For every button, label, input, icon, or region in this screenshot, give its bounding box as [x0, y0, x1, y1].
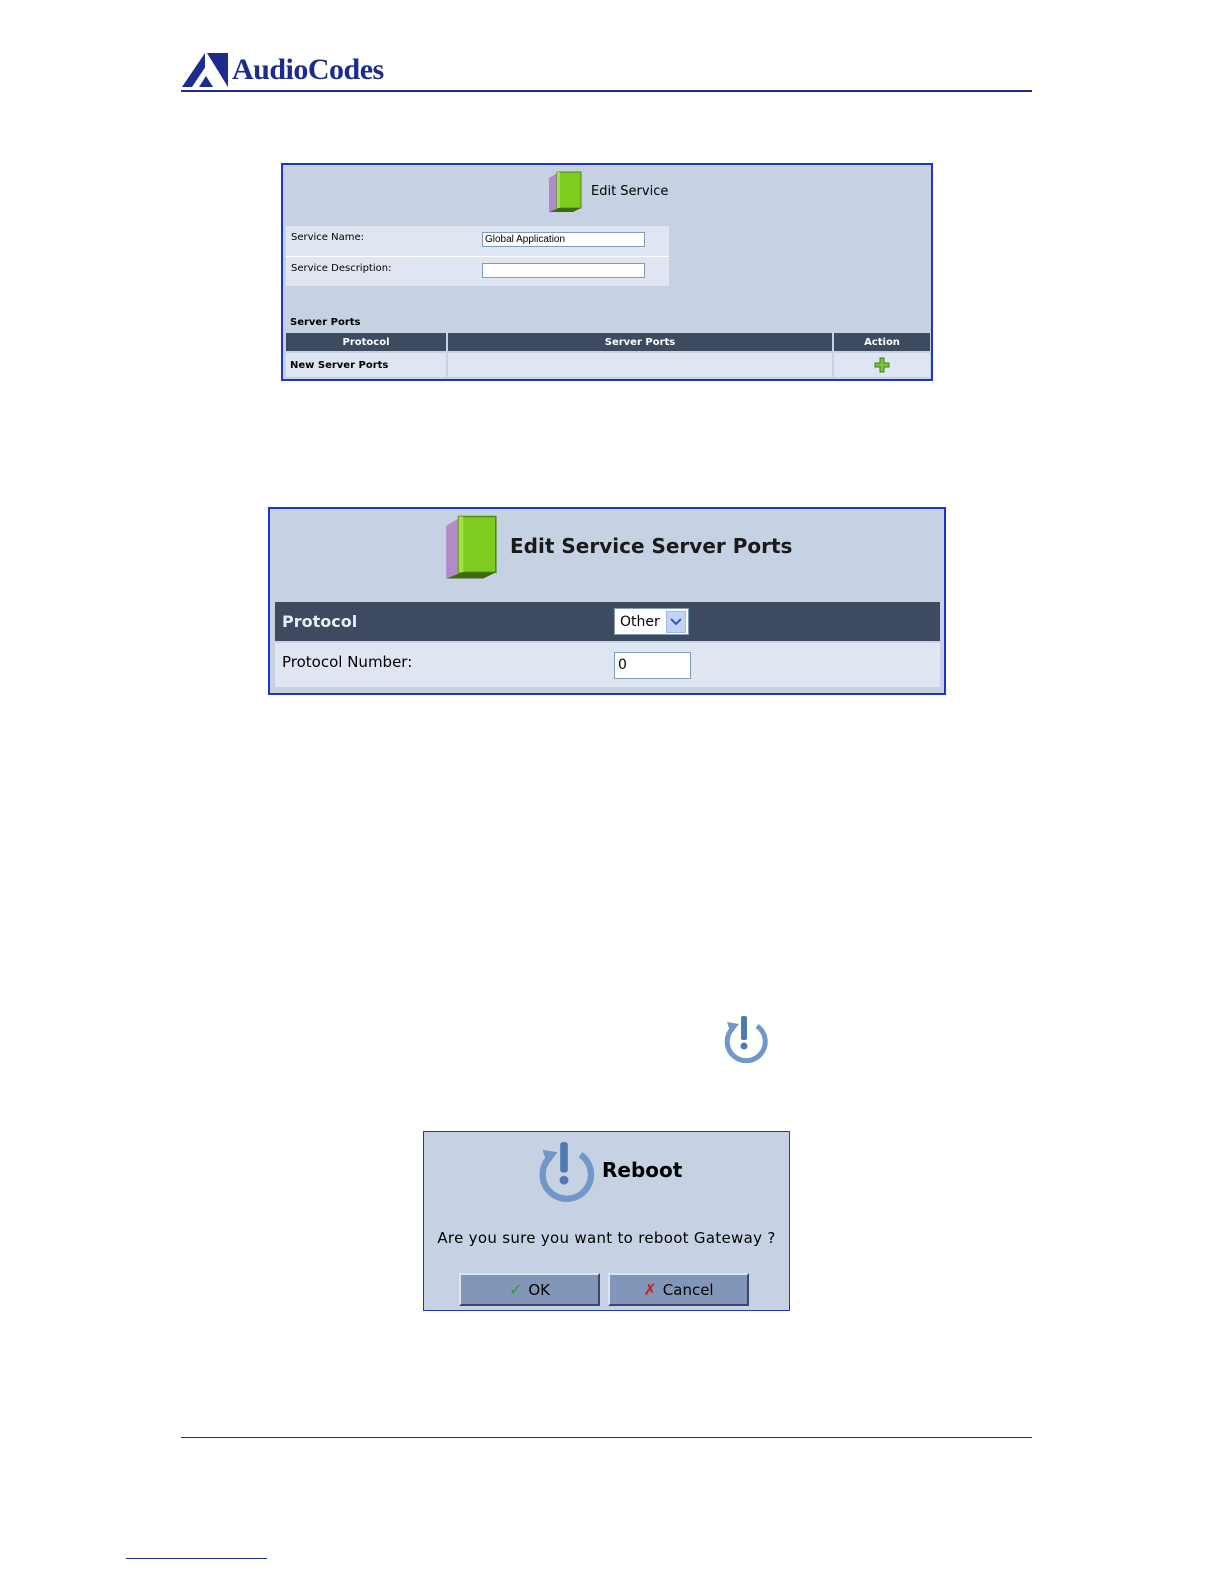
protocol-row: Protocol Other: [275, 602, 940, 641]
protocol-number-label: Protocol Number:: [282, 653, 413, 671]
column-header-action: Action: [834, 333, 930, 351]
chevron-down-icon[interactable]: [666, 610, 686, 633]
header-rule: [181, 90, 1032, 92]
protocol-number-input[interactable]: 0: [614, 652, 691, 679]
service-description-label: Service Description:: [291, 263, 392, 274]
service-name-input[interactable]: Global Application: [482, 232, 645, 247]
server-ports-table: Protocol Server Ports Action New Server …: [286, 333, 930, 377]
server-ports-cell: [448, 353, 832, 377]
logo-text: AudioCodes: [232, 53, 384, 86]
edit-server-ports-header: Edit Service Server Ports: [440, 511, 792, 581]
cancel-button-label: Cancel: [662, 1280, 714, 1299]
audiocodes-logo: AudioCodes: [182, 50, 384, 90]
book-icon: [446, 515, 497, 579]
protocol-number-row: Protocol Number: 0: [275, 643, 940, 687]
add-icon[interactable]: [874, 357, 890, 373]
service-form: Service Name: Global Application Service…: [286, 226, 669, 286]
reboot-header: Reboot: [528, 1136, 682, 1204]
reboot-icon: [717, 1012, 771, 1064]
column-header-server-ports: Server Ports: [448, 333, 832, 351]
table-row: New Server Ports: [286, 353, 930, 377]
footnote-rule: [126, 1558, 267, 1559]
service-name-row: Service Name: Global Application: [286, 226, 669, 255]
edit-server-ports-panel: Edit Service Server Ports Protocol Other…: [268, 507, 946, 695]
edit-server-ports-title: Edit Service Server Ports: [510, 534, 793, 558]
reboot-title: Reboot: [602, 1158, 683, 1182]
new-server-ports-link[interactable]: New Server Ports: [286, 353, 446, 377]
table-header: Protocol Server Ports Action: [286, 333, 930, 351]
edit-service-title: Edit Service: [591, 183, 669, 199]
column-header-protocol: Protocol: [286, 333, 446, 351]
action-cell: [834, 353, 930, 377]
ok-button[interactable]: ✓ OK: [459, 1273, 600, 1306]
reboot-dialog: Reboot Are you sure you want to reboot G…: [423, 1131, 790, 1311]
ok-button-label: OK: [528, 1280, 551, 1299]
reboot-icon: [539, 1142, 595, 1202]
service-description-row: Service Description:: [286, 256, 669, 286]
check-icon: ✓: [508, 1280, 523, 1299]
edit-service-header: Edit Service: [545, 169, 668, 213]
footer-rule: [181, 1437, 1032, 1438]
book-icon: [549, 171, 582, 212]
audiocodes-logo-icon: [182, 53, 228, 87]
service-description-input[interactable]: [482, 263, 645, 278]
edit-service-panel: Edit Service Service Name: Global Applic…: [281, 163, 933, 381]
server-ports-heading: Server Ports: [290, 317, 361, 328]
protocol-label: Protocol: [282, 612, 358, 631]
reboot-message: Are you sure you want to reboot Gateway …: [437, 1229, 776, 1247]
service-name-label: Service Name:: [291, 232, 365, 243]
protocol-select[interactable]: Other: [614, 608, 689, 635]
cancel-button[interactable]: ✗ Cancel: [608, 1273, 749, 1306]
protocol-select-value: Other: [620, 613, 660, 630]
close-icon: ✗: [643, 1280, 657, 1299]
